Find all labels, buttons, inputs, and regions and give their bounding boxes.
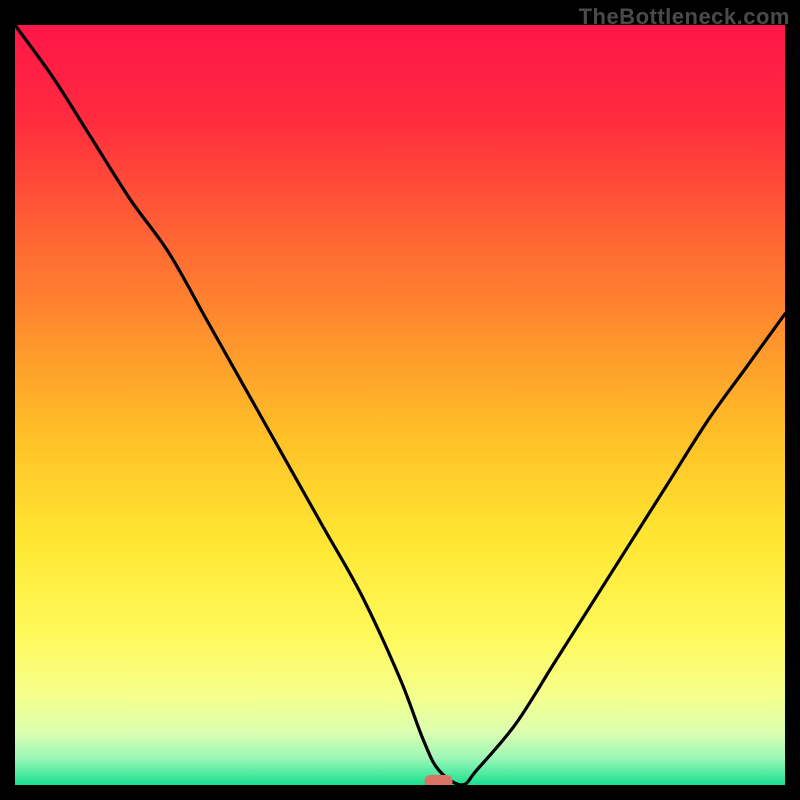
- chart-frame: TheBottleneck.com: [0, 0, 800, 800]
- gradient-background: [15, 25, 785, 785]
- plot-area: [15, 25, 785, 785]
- watermark-text: TheBottleneck.com: [579, 4, 790, 30]
- optimal-marker: [425, 775, 453, 785]
- chart-svg: [15, 25, 785, 785]
